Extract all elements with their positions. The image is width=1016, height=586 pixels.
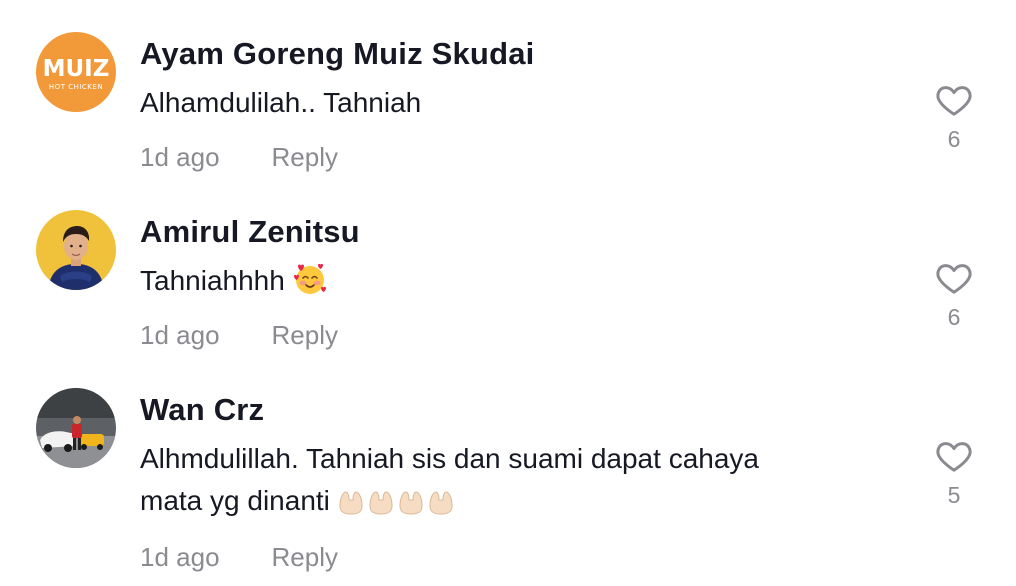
avatar[interactable]: MUIZ HOT CHICKEN	[36, 32, 116, 112]
like-count: 6	[947, 126, 961, 152]
like-count: 5	[947, 482, 961, 508]
reply-button[interactable]: Reply	[272, 320, 338, 350]
heart-icon[interactable]	[934, 436, 974, 476]
comment-meta: 1d ago Reply	[140, 542, 338, 573]
palms-up-together-icon	[338, 485, 458, 516]
comment-meta: 1d ago Reply	[140, 320, 338, 351]
comment-text-body: Tahniahhhh	[140, 265, 285, 296]
comment-text: Tahniahhhh	[140, 260, 900, 302]
comment-meta: 1d ago Reply	[140, 142, 338, 173]
user-photo	[36, 388, 116, 468]
user-photo	[36, 210, 116, 290]
like-control: 5	[932, 436, 976, 509]
comment-username[interactable]: Wan Crz	[140, 392, 264, 428]
comment-time: 1d ago	[140, 320, 220, 350]
comment-item: MUIZ HOT CHICKEN Ayam Goreng Muiz Skudai…	[0, 0, 1016, 178]
comment-username[interactable]: Ayam Goreng Muiz Skudai	[140, 36, 534, 72]
avatar[interactable]	[36, 388, 116, 468]
comment-text: Alhamdulilah.. Tahniah	[140, 82, 900, 124]
comment-text-line2: mata yg dinanti	[140, 485, 330, 516]
comment-time: 1d ago	[140, 142, 220, 172]
comment-item: Wan Crz Alhmdulillah. Tahniah sis dan su…	[0, 356, 1016, 586]
smiling-face-with-hearts-icon	[293, 263, 327, 296]
comment-time: 1d ago	[140, 542, 220, 572]
reply-button[interactable]: Reply	[272, 542, 338, 572]
comment-username[interactable]: Amirul Zenitsu	[140, 214, 360, 250]
comment-item: Amirul Zenitsu Tahniahhhh 1d ago Reply 6	[0, 178, 1016, 356]
heart-icon[interactable]	[934, 258, 974, 298]
muiz-logo: MUIZ HOT CHICKEN	[36, 32, 116, 112]
avatar-logo-text: MUIZ	[43, 56, 110, 82]
comment-text-line1: Alhmdulillah. Tahniah sis dan suami dapa…	[140, 443, 759, 474]
avatar[interactable]	[36, 210, 116, 290]
like-control: 6	[932, 80, 976, 153]
heart-icon[interactable]	[934, 80, 974, 120]
comment-text: Alhmdulillah. Tahniah sis dan suami dapa…	[140, 438, 900, 522]
like-count: 6	[947, 304, 961, 330]
reply-button[interactable]: Reply	[272, 142, 338, 172]
avatar-logo-subtext: HOT CHICKEN	[49, 83, 103, 91]
comment-text-body: Alhamdulilah.. Tahniah	[140, 87, 422, 118]
comment-list: MUIZ HOT CHICKEN Ayam Goreng Muiz Skudai…	[0, 0, 1016, 586]
like-control: 6	[932, 258, 976, 331]
